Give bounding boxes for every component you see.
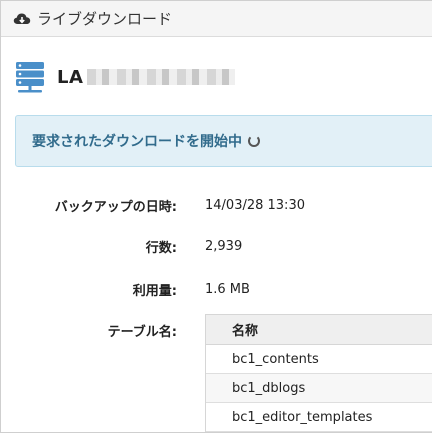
database-name-text: LA: [57, 66, 84, 88]
panel-header: ライブダウンロード: [1, 1, 432, 37]
table-names-label: テーブル名:: [107, 324, 177, 340]
cloud-download-icon: [13, 12, 31, 26]
live-download-panel: ライブダウンロード LA 要求されたダウンロードを開始中 バックアップの日時: …: [0, 0, 432, 433]
table-row: bc1_dblogs: [206, 374, 432, 403]
backup-date-row: バックアップの日時: 14/03/28 13:30: [1, 194, 432, 216]
backup-date-label: バックアップの日時:: [54, 199, 177, 215]
table-names-list: 名称 bc1_contents bc1_dblogs bc1_editor_te…: [205, 314, 432, 432]
download-status-alert: 要求されたダウンロードを開始中: [15, 115, 432, 167]
table-column-header: 名称: [206, 315, 432, 345]
row-count-value: 2,939: [205, 238, 243, 254]
usage-row: 利用量: 1.6 MB: [1, 278, 432, 300]
panel-title: ライブダウンロード: [37, 10, 173, 28]
row-count-row: 行数: 2,939: [1, 235, 432, 257]
database-name: LA: [57, 66, 236, 88]
table-row: bc1_editor_templates: [206, 403, 432, 432]
database-heading: LA: [15, 61, 236, 93]
usage-value: 1.6 MB: [205, 281, 250, 297]
database-server-icon: [15, 61, 45, 93]
backup-date-value: 14/03/28 13:30: [205, 197, 305, 213]
download-status-message: 要求されたダウンロードを開始中: [32, 134, 242, 150]
redacted-block: [87, 68, 236, 85]
row-count-label: 行数:: [145, 240, 177, 256]
table-row: bc1_contents: [206, 345, 432, 374]
usage-label: 利用量:: [132, 283, 177, 299]
loading-spinner-icon: [248, 135, 260, 147]
